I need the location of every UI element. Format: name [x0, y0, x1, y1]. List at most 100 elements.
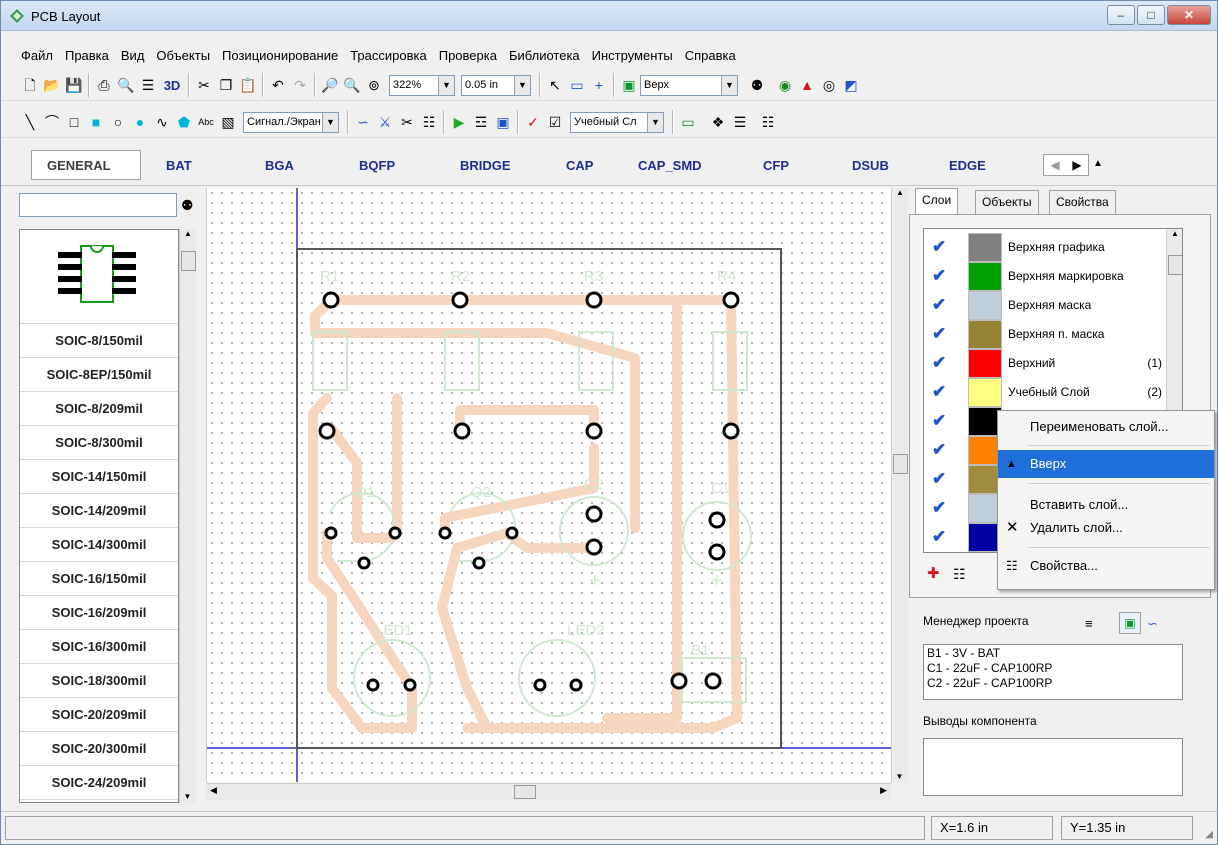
canvas-vscrollbar[interactable]: ▲ ▼	[891, 188, 908, 783]
components-icon[interactable]: ❖	[707, 111, 729, 133]
layer-color-swatch[interactable]	[968, 262, 1002, 291]
list-item[interactable]: SOIC-14/150mil	[20, 460, 178, 494]
pcb-canvas[interactable]: R1 R2 R3 R4 Q1 Q2 C2 C1 LED1 LED2 B1 + +	[206, 188, 892, 782]
open-folder-icon[interactable]: 📂	[41, 74, 63, 96]
print-preview-icon[interactable]: 🔍	[115, 74, 137, 96]
view-3d-button[interactable]: 3D	[159, 74, 185, 96]
board-icon[interactable]: ▭	[677, 111, 699, 133]
layer-row[interactable]: ✔ Учебный Слой (2)	[924, 378, 1166, 407]
side-select[interactable]: Верх ▼	[640, 74, 738, 96]
filled-rectangle-icon[interactable]: ■	[85, 111, 107, 133]
scroll-right-icon[interactable]: ▶	[880, 785, 887, 796]
menu-verify[interactable]: Проверка	[433, 45, 503, 67]
binoculars-icon[interactable]: ⚉	[181, 197, 194, 214]
list-item[interactable]: SOIC-18/300mil	[20, 664, 178, 698]
tab-bridge[interactable]: BRIDGE	[460, 158, 511, 173]
components-view-icon[interactable]: ▣	[1119, 612, 1141, 634]
layer-color-swatch[interactable]	[968, 233, 1002, 262]
run-icon[interactable]: ▶	[448, 111, 470, 133]
text-tool-button[interactable]: Abc	[195, 111, 217, 133]
measure-icon[interactable]: ▭	[566, 74, 588, 96]
drc-check-icon[interactable]: ✓	[522, 111, 544, 133]
list-item[interactable]: SOIC-8EP/150mil	[20, 358, 178, 392]
scroll-thumb[interactable]	[514, 785, 536, 799]
netlist-icon[interactable]: ☲	[470, 111, 492, 133]
drc-settings-icon[interactable]: ☑	[544, 111, 566, 133]
tab-properties[interactable]: Свойства	[1049, 190, 1116, 214]
check-icon[interactable]: ✔	[932, 411, 946, 431]
scroll-thumb[interactable]	[181, 251, 196, 271]
active-layer-select[interactable]: Учебный Сл ▼	[570, 111, 664, 133]
add-layer-icon[interactable]: ✚	[927, 564, 940, 582]
tab-bqfp[interactable]: BQFP	[359, 158, 395, 173]
circle-icon[interactable]: ○	[107, 111, 129, 133]
check-icon[interactable]: ✔	[932, 469, 946, 489]
undo-icon[interactable]: ↶	[267, 74, 289, 96]
report-icon[interactable]: ☰	[137, 74, 159, 96]
print-icon[interactable]: ⎙	[93, 74, 115, 96]
check-icon[interactable]: ✔	[932, 295, 946, 315]
scroll-down-icon[interactable]: ▼	[892, 772, 907, 781]
copy-icon[interactable]: ❐	[215, 74, 237, 96]
tab-general[interactable]: GENERAL	[47, 158, 111, 173]
properties-icon[interactable]: ☷	[757, 111, 779, 133]
layer-properties-item[interactable]: ☷ Свойства...	[998, 552, 1214, 580]
pad-icon[interactable]: ◎	[818, 74, 840, 96]
menu-help[interactable]: Справка	[679, 45, 742, 67]
layer-row[interactable]: ✔ Верхняя маска	[924, 291, 1166, 320]
tab-cap[interactable]: CAP	[566, 158, 593, 173]
tab-objects[interactable]: Объекты	[975, 190, 1039, 214]
check-icon[interactable]: ✔	[932, 527, 946, 547]
zoom-in-icon[interactable]: 🔎	[319, 74, 341, 96]
filled-circle-icon[interactable]: ●	[129, 111, 151, 133]
canvas-hscrollbar[interactable]: ◀ ▶	[206, 783, 891, 800]
text-red-icon[interactable]: ▲	[796, 74, 818, 96]
menu-edit[interactable]: Правка	[59, 45, 115, 67]
close-button[interactable]: ✕	[1167, 5, 1211, 25]
scroll-right-icon[interactable]: ▶	[1066, 155, 1088, 175]
arc-icon[interactable]: ⌒	[41, 111, 63, 133]
check-icon[interactable]: ✔	[932, 498, 946, 518]
layer-color-swatch[interactable]	[968, 349, 1002, 378]
layer-row[interactable]: ✔ Верхняя маркировка	[924, 262, 1166, 291]
crosshair-icon[interactable]: +	[588, 74, 610, 96]
menu-file[interactable]: Файл	[15, 45, 59, 67]
tab-cfp[interactable]: CFP	[763, 158, 789, 173]
list-view-icon[interactable]: ≡	[1085, 616, 1093, 631]
tab-menu-icon[interactable]: ▲	[1093, 158, 1103, 169]
check-icon[interactable]: ✔	[932, 353, 946, 373]
list-item[interactable]: C2 - 22uF - CAP100RP	[927, 676, 1179, 691]
rectangle-icon[interactable]: □	[63, 111, 85, 133]
binoculars-icon[interactable]: ⚉	[746, 74, 768, 96]
layer-row[interactable]: ✔ Верхняя графика	[924, 233, 1166, 262]
save-icon[interactable]: 💾	[63, 74, 85, 96]
zoom-fit-icon[interactable]: ⊚	[363, 74, 385, 96]
tab-bga[interactable]: BGA	[265, 158, 294, 173]
tab-dsub[interactable]: DSUB	[852, 158, 889, 173]
tab-cap-smd[interactable]: CAP_SMD	[638, 158, 702, 173]
scroll-down-icon[interactable]: ▼	[180, 792, 195, 801]
list-item[interactable]: SOIC-8/300mil	[20, 426, 178, 460]
menu-placement[interactable]: Позиционирование	[216, 45, 344, 67]
scroll-thumb[interactable]	[1168, 255, 1182, 275]
footprint-scrollbar[interactable]: ▲ ▼	[179, 229, 196, 803]
layer-row[interactable]: ✔ Верхняя п. маска	[924, 320, 1166, 349]
resize-grip-icon[interactable]: ◢	[1205, 829, 1213, 840]
check-icon[interactable]: ✔	[932, 382, 946, 402]
paste-icon[interactable]: 📋	[237, 74, 259, 96]
zoom-out-icon[interactable]: 🔍	[341, 74, 363, 96]
check-icon[interactable]: ✔	[932, 266, 946, 286]
delete-layer-item[interactable]: ✕ Удалить слой...	[998, 514, 1214, 542]
list-item[interactable]: SOIC-8/209mil	[20, 392, 178, 426]
layer-color-swatch[interactable]	[968, 378, 1002, 407]
polyline-icon[interactable]: ∿	[151, 111, 173, 133]
route-icon[interactable]: ∽	[352, 111, 374, 133]
move-up-item[interactable]: ▲ Вверх	[998, 450, 1214, 478]
layer-color-swatch[interactable]	[968, 320, 1002, 349]
check-icon[interactable]: ✔	[932, 324, 946, 344]
layer-mode-select[interactable]: Сигнал./Экран ▼	[243, 111, 339, 133]
check-icon[interactable]: ✔	[932, 440, 946, 460]
maximize-button[interactable]: □	[1137, 5, 1165, 25]
via-icon[interactable]: ◉	[774, 74, 796, 96]
zoom-select[interactable]: 322% ▼	[389, 74, 455, 96]
